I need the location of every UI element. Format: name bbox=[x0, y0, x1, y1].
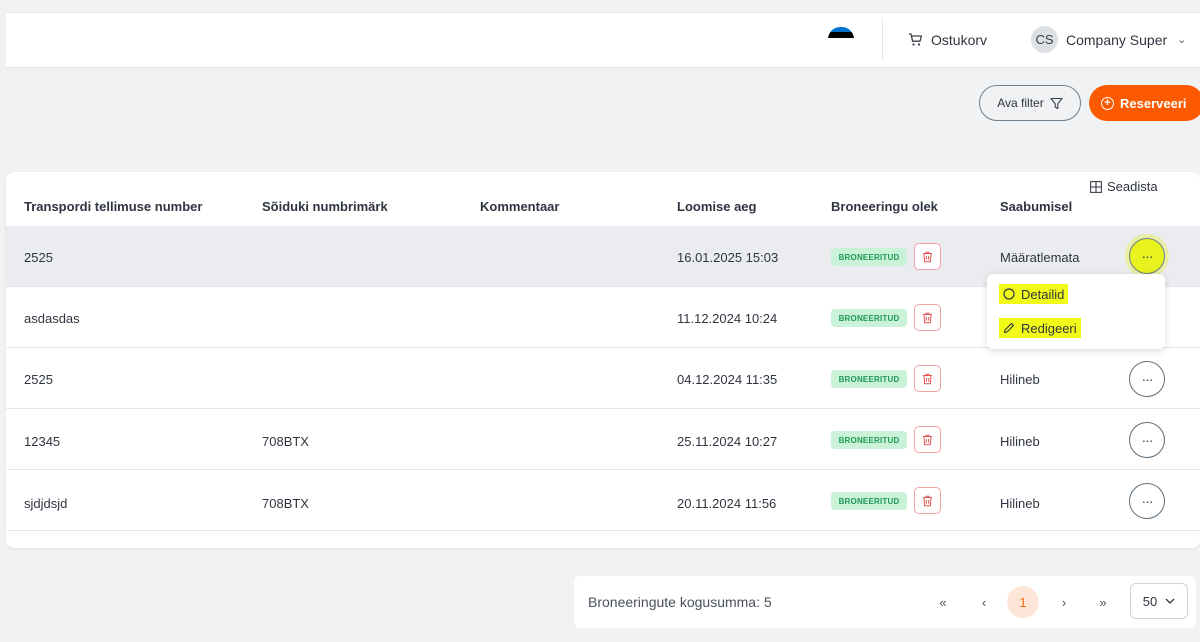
reserve-button[interactable]: + Reserveeri bbox=[1089, 85, 1200, 121]
top-header bbox=[6, 12, 1200, 68]
column-header-created[interactable]: Loomise aeg bbox=[677, 199, 756, 214]
column-header-plate[interactable]: Sõiduki numbrimärk bbox=[262, 199, 388, 214]
delete-button[interactable] bbox=[914, 243, 941, 270]
order-number: 2525 bbox=[24, 250, 53, 265]
vehicle-plate: 708BTX bbox=[262, 496, 309, 511]
open-filter-label: Ava filter bbox=[997, 96, 1044, 110]
menu-item-details[interactable]: Detailid bbox=[999, 284, 1069, 304]
next-page-button[interactable]: › bbox=[1058, 590, 1070, 614]
arrival-status: Hilineb bbox=[1000, 434, 1040, 449]
column-header-order-number[interactable]: Transpordi tellimuse number bbox=[24, 199, 202, 214]
trash-icon bbox=[923, 312, 932, 323]
trash-icon bbox=[923, 373, 932, 384]
trash-icon bbox=[923, 251, 932, 262]
arrival-status: Hilineb bbox=[1000, 372, 1040, 387]
created-time: 11.12.2024 10:24 bbox=[677, 311, 778, 326]
created-time: 04.12.2024 11:35 bbox=[677, 372, 778, 387]
status-badge: BRONEERITUD bbox=[831, 431, 907, 449]
status-badge: BRONEERITUD bbox=[831, 492, 907, 510]
status-badge: BRONEERITUD bbox=[831, 248, 907, 266]
circle-icon bbox=[1003, 288, 1015, 300]
settings-label: Seadista bbox=[1107, 179, 1158, 194]
page-button-current[interactable]: 1 bbox=[1007, 586, 1039, 618]
row-actions-button[interactable]: ··· bbox=[1129, 238, 1165, 274]
plus-circle-icon: + bbox=[1101, 96, 1114, 110]
order-number: asdasdas bbox=[24, 311, 80, 326]
pencil-icon bbox=[1003, 322, 1015, 334]
language-flag-estonia[interactable] bbox=[828, 27, 854, 43]
column-header-arrival[interactable]: Saabumisel bbox=[1000, 199, 1072, 214]
column-header-comment[interactable]: Kommentaar bbox=[480, 199, 559, 214]
trash-icon bbox=[923, 434, 932, 445]
more-icon: ··· bbox=[1141, 248, 1154, 264]
row-actions-button[interactable]: ··· bbox=[1129, 361, 1165, 397]
order-number: 2525 bbox=[24, 372, 53, 387]
menu-item-edit-label: Redigeeri bbox=[1021, 320, 1077, 336]
cart-link[interactable]: Ostukorv bbox=[908, 32, 987, 48]
reserve-label: Reserveeri bbox=[1120, 95, 1187, 111]
more-icon: ··· bbox=[1141, 371, 1154, 387]
header-divider bbox=[882, 18, 883, 60]
vehicle-plate: 708BTX bbox=[262, 434, 309, 449]
page-size-select[interactable]: 50 bbox=[1130, 583, 1188, 619]
first-page-button[interactable]: « bbox=[936, 590, 950, 614]
created-time: 25.11.2024 10:27 bbox=[677, 434, 778, 449]
trash-icon bbox=[923, 495, 932, 506]
chevron-down-icon: ⌄ bbox=[1177, 34, 1187, 46]
page-size-value: 50 bbox=[1142, 593, 1158, 609]
order-number: 12345 bbox=[24, 434, 61, 449]
filter-icon bbox=[1050, 97, 1063, 109]
status-badge: BRONEERITUD bbox=[831, 309, 907, 327]
status-badge: BRONEERITUD bbox=[831, 370, 907, 388]
created-time: 16.01.2025 15:03 bbox=[677, 250, 779, 265]
user-name: Company Super bbox=[1066, 31, 1168, 48]
table-settings-button[interactable]: Seadista bbox=[1090, 179, 1158, 194]
user-menu[interactable]: CS Company Super ⌄ bbox=[1031, 26, 1186, 53]
more-icon: ··· bbox=[1141, 432, 1154, 448]
arrival-status: Hilineb bbox=[1000, 496, 1040, 511]
cart-icon bbox=[909, 33, 923, 46]
delete-button[interactable] bbox=[914, 487, 941, 514]
grid-icon bbox=[1090, 180, 1102, 193]
more-icon: ··· bbox=[1141, 493, 1154, 509]
column-header-booking-status[interactable]: Broneeringu olek bbox=[831, 199, 938, 214]
previous-page-button[interactable]: ‹ bbox=[978, 590, 990, 614]
order-number: sjdjdsjd bbox=[24, 496, 68, 511]
last-page-button[interactable]: » bbox=[1096, 590, 1110, 614]
row-actions-button[interactable]: ··· bbox=[1129, 483, 1165, 519]
row-actions-button[interactable]: ··· bbox=[1129, 422, 1165, 458]
pagination-bar: Broneeringute kogusumma: 5 « ‹ 1 › » 50 bbox=[574, 576, 1196, 628]
menu-item-details-label: Detailid bbox=[1021, 286, 1065, 302]
delete-button[interactable] bbox=[914, 365, 941, 392]
delete-button[interactable] bbox=[914, 304, 941, 331]
row-actions-menu: Detailid Redigeeri bbox=[987, 274, 1165, 349]
created-time: 20.11.2024 11:56 bbox=[677, 496, 777, 511]
arrival-status: Määratlemata bbox=[1000, 250, 1080, 265]
cart-label: Ostukorv bbox=[931, 32, 988, 48]
bookings-total: Broneeringute kogusumma: 5 bbox=[588, 594, 772, 610]
menu-item-edit[interactable]: Redigeeri bbox=[999, 318, 1081, 338]
avatar: CS bbox=[1031, 26, 1058, 53]
delete-button[interactable] bbox=[914, 426, 941, 453]
open-filter-button[interactable]: Ava filter bbox=[979, 85, 1081, 121]
chevron-down-icon bbox=[1165, 598, 1175, 604]
